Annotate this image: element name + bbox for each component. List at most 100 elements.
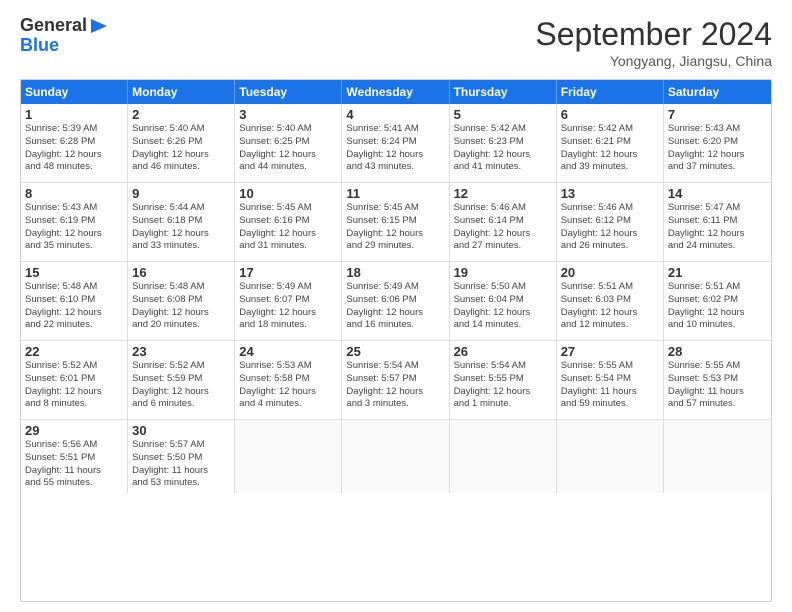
day-number: 8 [25, 186, 123, 201]
day-info: Sunrise: 5:53 AM Sunset: 5:58 PM Dayligh… [239, 360, 337, 411]
day-number: 30 [132, 423, 230, 438]
calendar-cell: 11Sunrise: 5:45 AM Sunset: 6:15 PM Dayli… [342, 183, 449, 261]
day-info: Sunrise: 5:42 AM Sunset: 6:21 PM Dayligh… [561, 123, 659, 174]
calendar-cell: 28Sunrise: 5:55 AM Sunset: 5:53 PM Dayli… [664, 341, 771, 419]
day-info: Sunrise: 5:40 AM Sunset: 6:25 PM Dayligh… [239, 123, 337, 174]
calendar-cell: 29Sunrise: 5:56 AM Sunset: 5:51 PM Dayli… [21, 420, 128, 493]
day-number: 25 [346, 344, 444, 359]
calendar-cell [450, 420, 557, 493]
calendar-cell: 9Sunrise: 5:44 AM Sunset: 6:18 PM Daylig… [128, 183, 235, 261]
calendar-week-4: 22Sunrise: 5:52 AM Sunset: 6:01 PM Dayli… [21, 341, 771, 420]
calendar-cell: 16Sunrise: 5:48 AM Sunset: 6:08 PM Dayli… [128, 262, 235, 340]
day-info: Sunrise: 5:57 AM Sunset: 5:50 PM Dayligh… [132, 439, 230, 490]
header-monday: Monday [128, 80, 235, 104]
header-friday: Friday [557, 80, 664, 104]
calendar: Sunday Monday Tuesday Wednesday Thursday… [20, 79, 772, 602]
day-info: Sunrise: 5:42 AM Sunset: 6:23 PM Dayligh… [454, 123, 552, 174]
day-info: Sunrise: 5:45 AM Sunset: 6:15 PM Dayligh… [346, 202, 444, 253]
calendar-cell: 26Sunrise: 5:54 AM Sunset: 5:55 PM Dayli… [450, 341, 557, 419]
day-number: 11 [346, 186, 444, 201]
calendar-week-3: 15Sunrise: 5:48 AM Sunset: 6:10 PM Dayli… [21, 262, 771, 341]
header-saturday: Saturday [664, 80, 771, 104]
day-number: 28 [668, 344, 767, 359]
calendar-cell: 14Sunrise: 5:47 AM Sunset: 6:11 PM Dayli… [664, 183, 771, 261]
page: General Blue September 2024 Yongyang, Ji… [0, 0, 792, 612]
calendar-cell: 22Sunrise: 5:52 AM Sunset: 6:01 PM Dayli… [21, 341, 128, 419]
day-number: 13 [561, 186, 659, 201]
day-number: 4 [346, 107, 444, 122]
day-info: Sunrise: 5:54 AM Sunset: 5:55 PM Dayligh… [454, 360, 552, 411]
calendar-cell: 30Sunrise: 5:57 AM Sunset: 5:50 PM Dayli… [128, 420, 235, 493]
day-info: Sunrise: 5:52 AM Sunset: 5:59 PM Dayligh… [132, 360, 230, 411]
calendar-body: 1Sunrise: 5:39 AM Sunset: 6:28 PM Daylig… [21, 104, 771, 493]
calendar-cell: 25Sunrise: 5:54 AM Sunset: 5:57 PM Dayli… [342, 341, 449, 419]
day-number: 17 [239, 265, 337, 280]
day-number: 6 [561, 107, 659, 122]
day-info: Sunrise: 5:43 AM Sunset: 6:19 PM Dayligh… [25, 202, 123, 253]
header-thursday: Thursday [450, 80, 557, 104]
day-info: Sunrise: 5:51 AM Sunset: 6:03 PM Dayligh… [561, 281, 659, 332]
day-number: 29 [25, 423, 123, 438]
calendar-cell: 8Sunrise: 5:43 AM Sunset: 6:19 PM Daylig… [21, 183, 128, 261]
day-number: 5 [454, 107, 552, 122]
day-number: 24 [239, 344, 337, 359]
day-info: Sunrise: 5:49 AM Sunset: 6:07 PM Dayligh… [239, 281, 337, 332]
day-info: Sunrise: 5:52 AM Sunset: 6:01 PM Dayligh… [25, 360, 123, 411]
day-info: Sunrise: 5:48 AM Sunset: 6:10 PM Dayligh… [25, 281, 123, 332]
day-number: 9 [132, 186, 230, 201]
calendar-cell: 15Sunrise: 5:48 AM Sunset: 6:10 PM Dayli… [21, 262, 128, 340]
calendar-cell [557, 420, 664, 493]
day-number: 7 [668, 107, 767, 122]
day-number: 15 [25, 265, 123, 280]
calendar-cell: 1Sunrise: 5:39 AM Sunset: 6:28 PM Daylig… [21, 104, 128, 182]
calendar-cell: 27Sunrise: 5:55 AM Sunset: 5:54 PM Dayli… [557, 341, 664, 419]
day-info: Sunrise: 5:39 AM Sunset: 6:28 PM Dayligh… [25, 123, 123, 174]
calendar-cell: 5Sunrise: 5:42 AM Sunset: 6:23 PM Daylig… [450, 104, 557, 182]
day-info: Sunrise: 5:40 AM Sunset: 6:26 PM Dayligh… [132, 123, 230, 174]
location: Yongyang, Jiangsu, China [535, 53, 772, 69]
month-title: September 2024 [535, 16, 772, 53]
day-number: 21 [668, 265, 767, 280]
day-info: Sunrise: 5:51 AM Sunset: 6:02 PM Dayligh… [668, 281, 767, 332]
calendar-cell: 7Sunrise: 5:43 AM Sunset: 6:20 PM Daylig… [664, 104, 771, 182]
header: General Blue September 2024 Yongyang, Ji… [20, 16, 772, 69]
day-number: 22 [25, 344, 123, 359]
day-number: 19 [454, 265, 552, 280]
day-info: Sunrise: 5:55 AM Sunset: 5:53 PM Dayligh… [668, 360, 767, 411]
day-number: 20 [561, 265, 659, 280]
day-info: Sunrise: 5:43 AM Sunset: 6:20 PM Dayligh… [668, 123, 767, 174]
day-number: 12 [454, 186, 552, 201]
calendar-cell: 21Sunrise: 5:51 AM Sunset: 6:02 PM Dayli… [664, 262, 771, 340]
day-number: 2 [132, 107, 230, 122]
day-info: Sunrise: 5:56 AM Sunset: 5:51 PM Dayligh… [25, 439, 123, 490]
calendar-cell: 12Sunrise: 5:46 AM Sunset: 6:14 PM Dayli… [450, 183, 557, 261]
logo: General Blue [20, 16, 109, 56]
header-wednesday: Wednesday [342, 80, 449, 104]
calendar-cell: 20Sunrise: 5:51 AM Sunset: 6:03 PM Dayli… [557, 262, 664, 340]
calendar-cell [342, 420, 449, 493]
day-info: Sunrise: 5:48 AM Sunset: 6:08 PM Dayligh… [132, 281, 230, 332]
calendar-cell: 19Sunrise: 5:50 AM Sunset: 6:04 PM Dayli… [450, 262, 557, 340]
calendar-week-1: 1Sunrise: 5:39 AM Sunset: 6:28 PM Daylig… [21, 104, 771, 183]
calendar-cell: 2Sunrise: 5:40 AM Sunset: 6:26 PM Daylig… [128, 104, 235, 182]
day-number: 16 [132, 265, 230, 280]
header-tuesday: Tuesday [235, 80, 342, 104]
day-info: Sunrise: 5:54 AM Sunset: 5:57 PM Dayligh… [346, 360, 444, 411]
day-info: Sunrise: 5:55 AM Sunset: 5:54 PM Dayligh… [561, 360, 659, 411]
calendar-cell: 23Sunrise: 5:52 AM Sunset: 5:59 PM Dayli… [128, 341, 235, 419]
day-number: 26 [454, 344, 552, 359]
calendar-week-2: 8Sunrise: 5:43 AM Sunset: 6:19 PM Daylig… [21, 183, 771, 262]
day-number: 27 [561, 344, 659, 359]
calendar-cell [235, 420, 342, 493]
day-info: Sunrise: 5:45 AM Sunset: 6:16 PM Dayligh… [239, 202, 337, 253]
day-info: Sunrise: 5:46 AM Sunset: 6:14 PM Dayligh… [454, 202, 552, 253]
day-number: 3 [239, 107, 337, 122]
day-number: 23 [132, 344, 230, 359]
calendar-header: Sunday Monday Tuesday Wednesday Thursday… [21, 80, 771, 104]
day-number: 14 [668, 186, 767, 201]
day-number: 10 [239, 186, 337, 201]
calendar-cell: 17Sunrise: 5:49 AM Sunset: 6:07 PM Dayli… [235, 262, 342, 340]
logo-arrow-icon [87, 17, 109, 35]
calendar-cell: 24Sunrise: 5:53 AM Sunset: 5:58 PM Dayli… [235, 341, 342, 419]
day-info: Sunrise: 5:41 AM Sunset: 6:24 PM Dayligh… [346, 123, 444, 174]
